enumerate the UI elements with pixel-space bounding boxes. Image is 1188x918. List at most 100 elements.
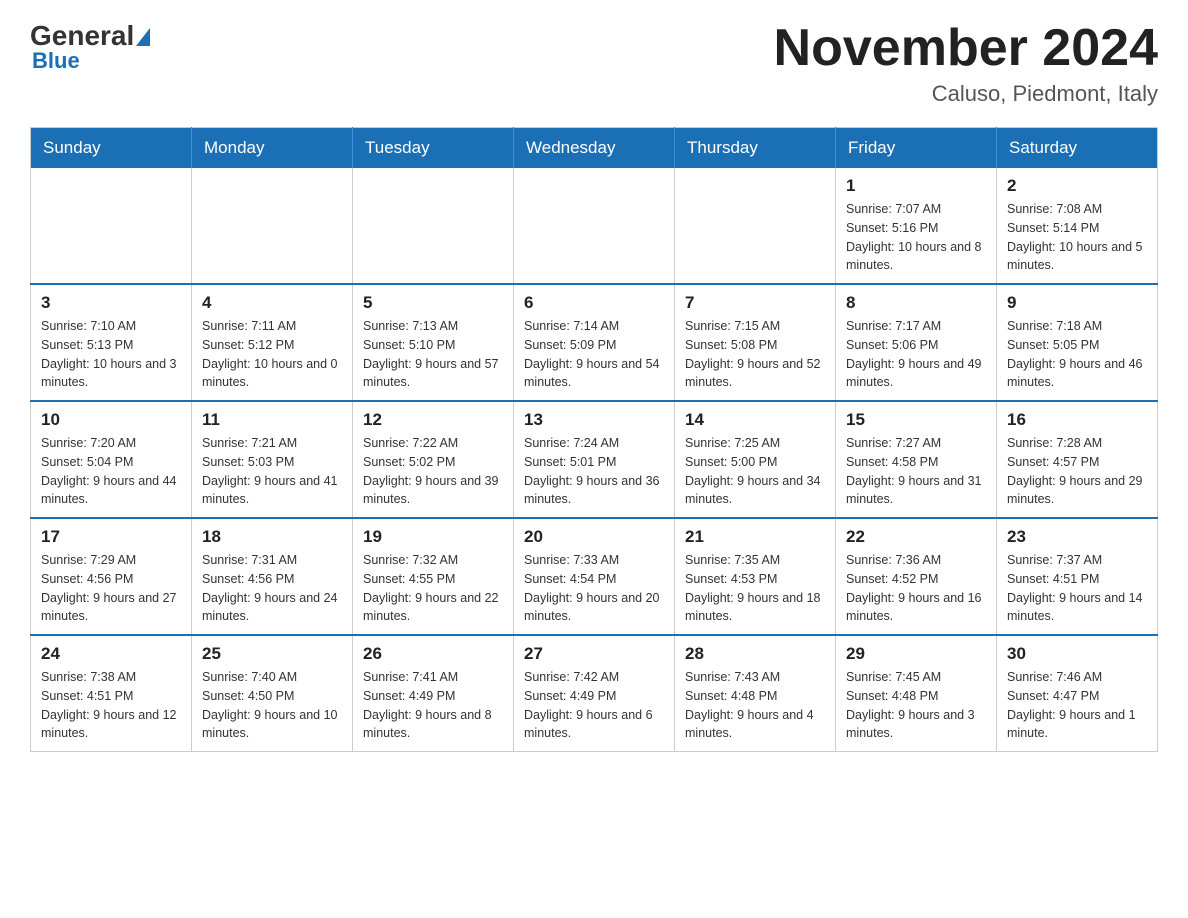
day-number: 4 <box>202 293 342 313</box>
calendar-day-cell: 6Sunrise: 7:14 AMSunset: 5:09 PMDaylight… <box>514 284 675 401</box>
day-info: Sunrise: 7:38 AMSunset: 4:51 PMDaylight:… <box>41 668 181 743</box>
calendar-day-cell: 13 Sunrise: 7:24 AMSunset: 5:01 PMDayligh… <box>514 401 675 518</box>
day-number: 26 <box>363 644 503 664</box>
day-number: 24 <box>41 644 181 664</box>
day-info: Sunrise: 7:36 AMSunset: 4:52 PMDaylight:… <box>846 551 986 626</box>
calendar-day-cell: 15 Sunrise: 7:27 AMSunset: 4:58 PMDayligh… <box>836 401 997 518</box>
day-number: 18 <box>202 527 342 547</box>
calendar-day-cell: 24 Sunrise: 7:38 AMSunset: 4:51 PMDayligh… <box>31 635 192 752</box>
calendar-day-cell: 3 Sunrise: 7:10 AMSunset: 5:13 PMDaylight… <box>31 284 192 401</box>
calendar-day-cell: 16 Sunrise: 7:28 AMSunset: 4:57 PMDayligh… <box>997 401 1158 518</box>
day-number: 10 <box>41 410 181 430</box>
day-number: 7 <box>685 293 825 313</box>
calendar-day-cell: 10Sunrise: 7:20 AMSunset: 5:04 PMDayligh… <box>31 401 192 518</box>
day-number: 25 <box>202 644 342 664</box>
logo-triangle-icon <box>136 28 150 46</box>
page-header: General Blue November 2024 Caluso, Piedm… <box>30 20 1158 107</box>
title-section: November 2024 Caluso, Piedmont, Italy <box>774 20 1158 107</box>
calendar-day-cell: 23Sunrise: 7:37 AMSunset: 4:51 PMDayligh… <box>997 518 1158 635</box>
day-info: Sunrise: 7:11 AMSunset: 5:12 PMDaylight:… <box>202 317 342 392</box>
month-year-title: November 2024 <box>774 20 1158 77</box>
calendar-day-cell: 28 Sunrise: 7:43 AMSunset: 4:48 PMDayligh… <box>675 635 836 752</box>
day-info: Sunrise: 7:17 AMSunset: 5:06 PMDaylight:… <box>846 317 986 392</box>
calendar-day-cell: 26 Sunrise: 7:41 AMSunset: 4:49 PMDayligh… <box>353 635 514 752</box>
day-info: Sunrise: 7:22 AMSunset: 5:02 PMDaylight:… <box>363 434 503 509</box>
day-number: 3 <box>41 293 181 313</box>
day-number: 21 <box>685 527 825 547</box>
day-number: 11 <box>202 410 342 430</box>
day-of-week-header: Tuesday <box>353 128 514 169</box>
calendar-header-row: SundayMondayTuesdayWednesdayThursdayFrid… <box>31 128 1158 169</box>
calendar-day-cell: 8 Sunrise: 7:17 AMSunset: 5:06 PMDaylight… <box>836 284 997 401</box>
calendar-week-row: 24 Sunrise: 7:38 AMSunset: 4:51 PMDayligh… <box>31 635 1158 752</box>
calendar-day-cell: 11 Sunrise: 7:21 AMSunset: 5:03 PMDayligh… <box>192 401 353 518</box>
day-number: 17 <box>41 527 181 547</box>
day-info: Sunrise: 7:41 AMSunset: 4:49 PMDaylight:… <box>363 668 503 743</box>
calendar-week-row: 3 Sunrise: 7:10 AMSunset: 5:13 PMDaylight… <box>31 284 1158 401</box>
day-number: 19 <box>363 527 503 547</box>
calendar-day-cell: 22 Sunrise: 7:36 AMSunset: 4:52 PMDayligh… <box>836 518 997 635</box>
day-number: 20 <box>524 527 664 547</box>
calendar-day-cell <box>353 168 514 284</box>
day-info: Sunrise: 7:27 AMSunset: 4:58 PMDaylight:… <box>846 434 986 509</box>
calendar-day-cell: 25 Sunrise: 7:40 AMSunset: 4:50 PMDayligh… <box>192 635 353 752</box>
calendar-day-cell: 1Sunrise: 7:07 AMSunset: 5:16 PMDaylight… <box>836 168 997 284</box>
day-number: 14 <box>685 410 825 430</box>
day-info: Sunrise: 7:31 AMSunset: 4:56 PMDaylight:… <box>202 551 342 626</box>
day-number: 29 <box>846 644 986 664</box>
day-info: Sunrise: 7:43 AMSunset: 4:48 PMDaylight:… <box>685 668 825 743</box>
day-info: Sunrise: 7:46 AMSunset: 4:47 PMDaylight:… <box>1007 668 1147 743</box>
day-number: 12 <box>363 410 503 430</box>
calendar-day-cell: 21 Sunrise: 7:35 AMSunset: 4:53 PMDayligh… <box>675 518 836 635</box>
calendar-day-cell: 5Sunrise: 7:13 AMSunset: 5:10 PMDaylight… <box>353 284 514 401</box>
day-info: Sunrise: 7:37 AMSunset: 4:51 PMDaylight:… <box>1007 551 1147 626</box>
logo: General Blue <box>30 20 150 74</box>
logo-blue-text: Blue <box>32 48 80 74</box>
calendar-day-cell: 4 Sunrise: 7:11 AMSunset: 5:12 PMDaylight… <box>192 284 353 401</box>
calendar-day-cell: 20 Sunrise: 7:33 AMSunset: 4:54 PMDayligh… <box>514 518 675 635</box>
day-of-week-header: Sunday <box>31 128 192 169</box>
day-info: Sunrise: 7:32 AMSunset: 4:55 PMDaylight:… <box>363 551 503 626</box>
calendar-day-cell: 2Sunrise: 7:08 AMSunset: 5:14 PMDaylight… <box>997 168 1158 284</box>
day-info: Sunrise: 7:14 AMSunset: 5:09 PMDaylight:… <box>524 317 664 392</box>
day-of-week-header: Saturday <box>997 128 1158 169</box>
calendar-day-cell: 30 Sunrise: 7:46 AMSunset: 4:47 PMDayligh… <box>997 635 1158 752</box>
calendar-day-cell: 7Sunrise: 7:15 AMSunset: 5:08 PMDaylight… <box>675 284 836 401</box>
day-info: Sunrise: 7:10 AMSunset: 5:13 PMDaylight:… <box>41 317 181 392</box>
day-info: Sunrise: 7:29 AMSunset: 4:56 PMDaylight:… <box>41 551 181 626</box>
day-number: 30 <box>1007 644 1147 664</box>
day-info: Sunrise: 7:24 AMSunset: 5:01 PMDaylight:… <box>524 434 664 509</box>
day-number: 5 <box>363 293 503 313</box>
day-info: Sunrise: 7:21 AMSunset: 5:03 PMDaylight:… <box>202 434 342 509</box>
day-number: 22 <box>846 527 986 547</box>
day-info: Sunrise: 7:42 AMSunset: 4:49 PMDaylight:… <box>524 668 664 743</box>
day-number: 27 <box>524 644 664 664</box>
day-info: Sunrise: 7:33 AMSunset: 4:54 PMDaylight:… <box>524 551 664 626</box>
day-of-week-header: Monday <box>192 128 353 169</box>
calendar-day-cell <box>675 168 836 284</box>
calendar-day-cell: 17 Sunrise: 7:29 AMSunset: 4:56 PMDayligh… <box>31 518 192 635</box>
day-info: Sunrise: 7:07 AMSunset: 5:16 PMDaylight:… <box>846 200 986 275</box>
day-number: 9 <box>1007 293 1147 313</box>
calendar-week-row: 17 Sunrise: 7:29 AMSunset: 4:56 PMDayligh… <box>31 518 1158 635</box>
calendar-day-cell: 9 Sunrise: 7:18 AMSunset: 5:05 PMDaylight… <box>997 284 1158 401</box>
calendar-day-cell: 29Sunrise: 7:45 AMSunset: 4:48 PMDayligh… <box>836 635 997 752</box>
day-of-week-header: Thursday <box>675 128 836 169</box>
day-of-week-header: Wednesday <box>514 128 675 169</box>
day-info: Sunrise: 7:25 AMSunset: 5:00 PMDaylight:… <box>685 434 825 509</box>
calendar-day-cell: 14 Sunrise: 7:25 AMSunset: 5:00 PMDayligh… <box>675 401 836 518</box>
day-info: Sunrise: 7:40 AMSunset: 4:50 PMDaylight:… <box>202 668 342 743</box>
day-info: Sunrise: 7:18 AMSunset: 5:05 PMDaylight:… <box>1007 317 1147 392</box>
day-number: 28 <box>685 644 825 664</box>
day-number: 13 <box>524 410 664 430</box>
day-info: Sunrise: 7:28 AMSunset: 4:57 PMDaylight:… <box>1007 434 1147 509</box>
day-number: 15 <box>846 410 986 430</box>
calendar-week-row: 10Sunrise: 7:20 AMSunset: 5:04 PMDayligh… <box>31 401 1158 518</box>
calendar-day-cell: 27 Sunrise: 7:42 AMSunset: 4:49 PMDayligh… <box>514 635 675 752</box>
day-number: 8 <box>846 293 986 313</box>
day-info: Sunrise: 7:35 AMSunset: 4:53 PMDaylight:… <box>685 551 825 626</box>
calendar-day-cell: 12 Sunrise: 7:22 AMSunset: 5:02 PMDayligh… <box>353 401 514 518</box>
day-of-week-header: Friday <box>836 128 997 169</box>
calendar-table: SundayMondayTuesdayWednesdayThursdayFrid… <box>30 127 1158 752</box>
day-number: 16 <box>1007 410 1147 430</box>
